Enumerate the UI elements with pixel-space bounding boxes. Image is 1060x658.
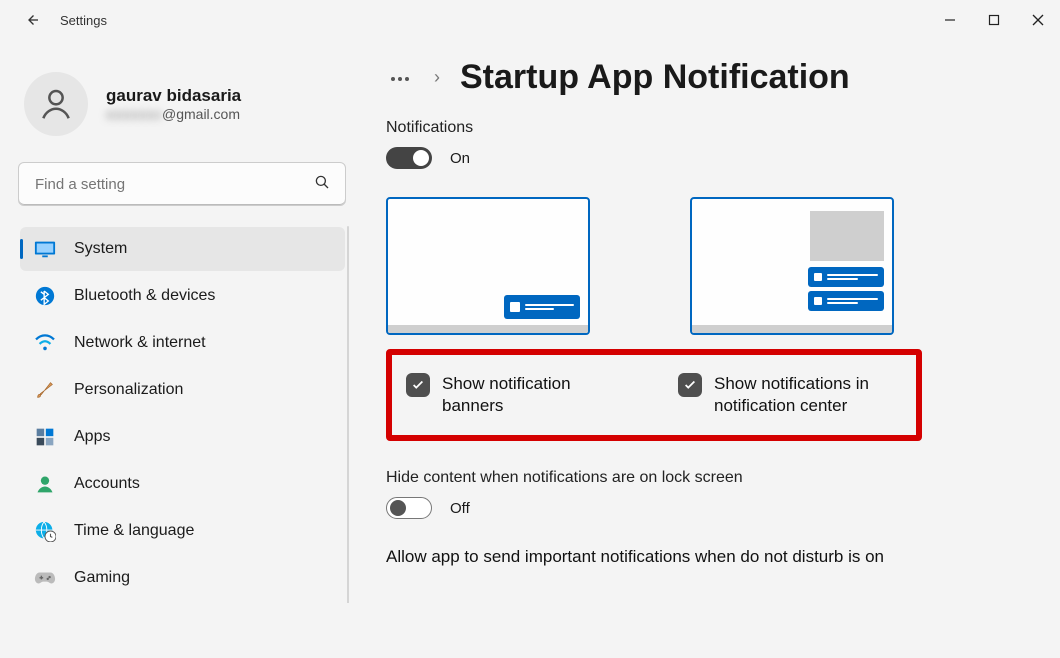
notifications-label: Notifications — [386, 119, 1036, 137]
globe-clock-icon — [34, 520, 56, 542]
hide-content-state: Off — [450, 500, 470, 517]
nav: System Bluetooth & devices Network & int… — [18, 224, 350, 603]
apps-icon — [34, 426, 56, 448]
sidebar-item-apps[interactable]: Apps — [20, 415, 345, 459]
search-input[interactable] — [33, 175, 313, 194]
notifications-state: On — [450, 150, 470, 167]
show-center-checkbox[interactable] — [678, 373, 702, 397]
brush-icon — [34, 379, 56, 401]
maximize-button[interactable] — [972, 0, 1016, 40]
avatar — [24, 72, 88, 136]
close-button[interactable] — [1016, 0, 1060, 40]
wifi-icon — [34, 332, 56, 354]
back-button[interactable] — [22, 10, 42, 30]
hide-content-label: Hide content when notifications are on l… — [386, 469, 1036, 487]
sidebar-item-system[interactable]: System — [20, 227, 345, 271]
gamepad-icon — [34, 567, 56, 589]
system-icon — [34, 238, 56, 260]
page-title: Startup App Notification — [460, 58, 850, 97]
search-icon — [313, 173, 331, 195]
profile-name: gaurav bidasaria — [106, 86, 241, 106]
preview-notification-center[interactable] — [690, 197, 894, 335]
hide-content-toggle[interactable] — [386, 497, 432, 519]
minimize-button[interactable] — [928, 0, 972, 40]
sidebar-item-label: System — [74, 240, 127, 258]
show-banners-checkbox[interactable] — [406, 373, 430, 397]
sidebar-item-label: Gaming — [74, 569, 130, 587]
sidebar-item-label: Network & internet — [74, 334, 206, 352]
profile-email: xxxxxxx@gmail.com — [106, 106, 241, 122]
notifications-toggle[interactable] — [386, 147, 432, 169]
titlebar: Settings — [0, 0, 1060, 40]
sidebar-item-label: Time & language — [74, 522, 194, 540]
bluetooth-icon — [34, 285, 56, 307]
show-banners-label: Show notification banners — [442, 373, 630, 417]
accounts-icon — [34, 473, 56, 495]
breadcrumb: › Startup App Notification — [386, 58, 1036, 97]
notification-previews — [386, 197, 1036, 335]
sidebar-item-bluetooth[interactable]: Bluetooth & devices — [20, 274, 345, 318]
show-center-label: Show notifications in notification cente… — [714, 373, 902, 417]
sidebar-item-network[interactable]: Network & internet — [20, 321, 345, 365]
chevron-right-icon: › — [434, 67, 440, 88]
sidebar-item-time[interactable]: Time & language — [20, 509, 345, 553]
search-box[interactable] — [18, 162, 346, 206]
important-notifications-label: Allow app to send important notification… — [386, 547, 1036, 567]
highlight-annotation: Show notification banners Show notificat… — [386, 349, 922, 441]
sidebar-item-gaming[interactable]: Gaming — [20, 556, 345, 600]
sidebar-item-label: Apps — [74, 428, 110, 446]
sidebar-item-personalization[interactable]: Personalization — [20, 368, 345, 412]
main-content: › Startup App Notification Notifications… — [360, 40, 1060, 658]
profile-block[interactable]: gaurav bidasaria xxxxxxx@gmail.com — [18, 44, 350, 156]
sidebar-item-label: Accounts — [74, 475, 140, 493]
window-controls — [928, 0, 1060, 40]
breadcrumb-overflow-button[interactable] — [386, 68, 414, 88]
app-title: Settings — [60, 13, 107, 28]
sidebar-item-label: Personalization — [74, 381, 183, 399]
sidebar-item-label: Bluetooth & devices — [74, 287, 215, 305]
sidebar-item-accounts[interactable]: Accounts — [20, 462, 345, 506]
sidebar: gaurav bidasaria xxxxxxx@gmail.com Syste… — [0, 40, 360, 658]
preview-banner[interactable] — [386, 197, 590, 335]
